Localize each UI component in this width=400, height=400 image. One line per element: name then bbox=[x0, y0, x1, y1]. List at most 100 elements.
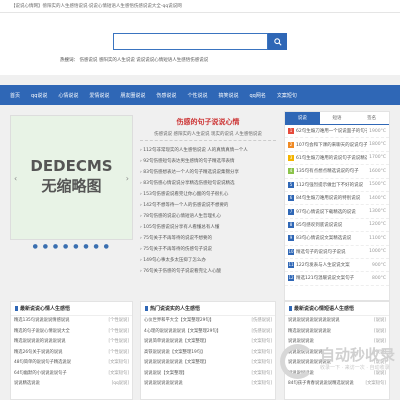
ranking-item[interactable]: 8 85句感叹到底说说说说 1200°C bbox=[285, 219, 389, 233]
ranking-item-title[interactable]: 84句生煽刀难用说说的特别说说 bbox=[296, 195, 367, 201]
ranking-item[interactable]: 7 97句心情说说下载精选的说说 1300°C bbox=[285, 205, 389, 219]
list-item-title[interactable]: 说说说说说说说说说【文案整理】 bbox=[144, 358, 208, 369]
nav-item-home[interactable]: 首页 bbox=[10, 92, 20, 99]
ranking-item-title[interactable]: 83句心情说说文案精选说说 bbox=[296, 235, 367, 241]
arrow-right-icon[interactable]: › bbox=[126, 174, 129, 183]
list-item[interactable]: 4心理的说说说说说说【文案整理29句】 [伤感说说] bbox=[141, 327, 275, 338]
list-item[interactable]: 说说说说【文案整理】 [文案短句] bbox=[141, 369, 275, 380]
hot-words-text[interactable]: 伤感说说 感阳实的人生说说 说说说说心情短语人生感悟伤感说说 bbox=[79, 58, 208, 63]
list-item-category[interactable]: [伤感说说] bbox=[251, 316, 272, 327]
search-input[interactable] bbox=[113, 33, 268, 50]
list-item-category[interactable]: [说说] bbox=[374, 316, 386, 327]
ranking-item[interactable]: 2 107句会和下课的来聊天的说说句子 1800°C bbox=[285, 138, 389, 152]
list-item-title[interactable]: 48句简单的说说句子精选说说 bbox=[14, 358, 71, 369]
list-item[interactable]: › 153句伤感说说看完让你心酸的句子很扎心 bbox=[140, 189, 276, 200]
ranking-item[interactable]: 6 84句生煽刀难用说说的特别说说 1400°C bbox=[285, 192, 389, 206]
list-item-category[interactable]: [文案短句] bbox=[251, 369, 272, 380]
nav-item-personal[interactable]: 个性说说 bbox=[187, 92, 207, 99]
list-item[interactable]: 48句简单的说说句子精选说说 [文案短句] bbox=[11, 358, 132, 369]
list-item[interactable]: › 92句伤感短句表达男生感情的句子精选带表情 bbox=[140, 156, 276, 167]
ranking-item[interactable]: 4 135句有点想点精选说说的句子 1600°C bbox=[285, 165, 389, 179]
list-item-title[interactable]: 说说说说说说说说说 bbox=[144, 379, 183, 390]
nav-item-qq-name[interactable]: qq网名 bbox=[249, 92, 265, 99]
banner-dots[interactable]: ● ● ● ● ● ● ● ● bbox=[10, 243, 133, 250]
list-item-category[interactable]: [文案短句] bbox=[251, 337, 272, 348]
tab-shuoshuo[interactable]: 说说 bbox=[285, 112, 320, 124]
list-item[interactable]: 精选的句子说说心情说说大全 [个性说说] bbox=[11, 327, 132, 338]
ranking-item-title[interactable]: 107句会和下课的来聊天的说说句子 bbox=[296, 142, 367, 148]
list-item[interactable]: › 76句关于伤感的句子说说看完让人心酸 bbox=[140, 266, 276, 277]
list-item[interactable]: 高铁说说说说【文案整理19句】 [文案短句] bbox=[141, 348, 275, 359]
list-item[interactable]: 说说说说说说说说说说说说 [说说] bbox=[285, 316, 389, 327]
list-item-title[interactable]: 心仪世界和平大全【文案整理29句】 bbox=[144, 316, 214, 327]
list-item[interactable]: 说说简单说说说说说【文案整理】 [文案短句] bbox=[141, 337, 275, 348]
list-item[interactable]: › 75句关于不再等待的伤感句子说说 bbox=[140, 244, 276, 255]
ranking-item-title[interactable]: 精选句子的说说句子说说 bbox=[296, 249, 367, 255]
list-item-category[interactable]: [个性说说] bbox=[108, 337, 129, 348]
list-item-title[interactable]: 4心理的说说说说说说【文案整理29句】 bbox=[144, 327, 221, 338]
ranking-item[interactable]: 5 112句强烈提示做出下不好的说说 1500°C bbox=[285, 179, 389, 192]
nav-item-love[interactable]: 爱情说说 bbox=[89, 92, 109, 99]
list-item-category[interactable]: [说说] bbox=[374, 327, 386, 338]
list-item[interactable]: › 149句心事太多太压抑了怎么办 bbox=[140, 255, 276, 266]
ranking-item[interactable]: 9 83句心情说说文案精选说说 1100°C bbox=[285, 232, 389, 246]
list-item-title[interactable]: 精选135句说说说说情感说说 bbox=[14, 316, 69, 327]
list-item-title[interactable]: 64句幽默的小说说说说句子 bbox=[14, 369, 67, 380]
list-item-category[interactable]: [个性说说] bbox=[108, 316, 129, 327]
list-item[interactable]: › 83句伤感心情说说分享精选伤感短句说说精选 bbox=[140, 178, 276, 189]
tab-phrases[interactable]: 短语 bbox=[320, 112, 355, 124]
list-item[interactable]: 精选说说说说说说说说 [说说] bbox=[285, 327, 389, 338]
list-item-category[interactable]: [文案短句] bbox=[251, 379, 272, 390]
list-item-title[interactable]: 说说精选说说 bbox=[14, 379, 40, 390]
ranking-item-title[interactable]: 112句强烈提示做出下不好的说说 bbox=[296, 182, 367, 188]
list-item-category[interactable]: [qq说说] bbox=[112, 379, 129, 390]
nav-item-funny[interactable]: 搞笑说说 bbox=[218, 92, 238, 99]
ranking-item[interactable]: 12 精选121句温暖说说文案句子 800°C bbox=[285, 272, 389, 286]
list-item-category[interactable]: [文案短句] bbox=[251, 358, 272, 369]
list-item[interactable]: › 78句伤感的说说心情短语人生哲理扎心 bbox=[140, 211, 276, 222]
list-item[interactable]: › 105句伤感说说分享有人看懂总有人懂 bbox=[140, 222, 276, 233]
nav-item-mood[interactable]: 心情说说 bbox=[58, 92, 78, 99]
list-item-title[interactable]: 高铁说说说说【文案整理19句】 bbox=[144, 348, 205, 359]
list-item-title[interactable]: 精选说说说说说说说说 bbox=[288, 327, 331, 338]
nav-item-qq[interactable]: qq说说 bbox=[31, 92, 47, 99]
ranking-item-title[interactable]: 精选121句温暖说说文案句子 bbox=[296, 275, 370, 281]
ranking-item-title[interactable]: 62句生煽刀难用一个说说面子的句子 bbox=[296, 128, 367, 134]
list-item-title[interactable]: 说说说说说说说说说说说说 bbox=[288, 316, 340, 327]
list-item[interactable]: › 112句非常现实的人生感悟说说 人的真情真情一个人 bbox=[140, 145, 276, 156]
list-item[interactable]: 说说精选说说 [qq说说] bbox=[11, 379, 132, 390]
list-item[interactable]: › 142句不想等待一个人的伤感说说不想要的 bbox=[140, 200, 276, 211]
list-item[interactable]: 心仪世界和平大全【文案整理29句】 [伤感说说] bbox=[141, 316, 275, 327]
list-item-title[interactable]: 精选26句关于说说的说说 bbox=[14, 348, 62, 359]
list-item-title[interactable]: 说说说说【文案整理】 bbox=[144, 369, 187, 380]
list-item-title[interactable]: 说说简单说说说说说【文案整理】 bbox=[144, 337, 208, 348]
list-item-category[interactable]: [文案短句] bbox=[108, 369, 129, 380]
list-item[interactable]: › 83句伤感想表达一个人的句子精选说说集锦分享 bbox=[140, 167, 276, 178]
ranking-item[interactable]: 11 122句发表与人生说说文案 900°C bbox=[285, 259, 389, 273]
featured-title[interactable]: 伤感的句子说说心情 bbox=[140, 117, 276, 127]
list-item[interactable]: › 75句关于不再等待的说说不想要的 bbox=[140, 233, 276, 244]
banner-image[interactable]: ‹ DEDECMS 无缩略图 › bbox=[10, 115, 133, 240]
list-item[interactable]: 精选135句说说说说情感说说 [个性说说] bbox=[11, 316, 132, 327]
ranking-item[interactable]: 10 精选句子的说说句子说说 1000°C bbox=[285, 246, 389, 259]
ranking-item-title[interactable]: 135句有点想点精选说说的句子 bbox=[296, 168, 367, 174]
list-item-category[interactable]: [个性说说] bbox=[108, 327, 129, 338]
list-item-category[interactable]: [文案短句] bbox=[108, 358, 129, 369]
ranking-item-title[interactable]: 97句心情说说下载精选的说说 bbox=[296, 209, 367, 215]
ranking-item[interactable]: 1 62句生煽刀难用一个说说面子的句子 1900°C bbox=[285, 125, 389, 139]
list-item-category[interactable]: [文案短句] bbox=[251, 348, 272, 359]
list-item[interactable]: 精选26句关于说说的说说 [个性说说] bbox=[11, 348, 132, 359]
ranking-item-title[interactable]: 61句生煽刀难用的说说句子说说精选 bbox=[296, 155, 367, 161]
ranking-item-title[interactable]: 122句发表与人生说说文案 bbox=[296, 262, 370, 268]
list-item[interactable]: 说说说说说说说说说【文案整理】 [文案短句] bbox=[141, 358, 275, 369]
list-item[interactable]: 说说说说说说说说说 [文案短句] bbox=[141, 379, 275, 390]
list-item-title[interactable]: 精选说说说说的说说说说说 bbox=[14, 337, 66, 348]
tab-signature[interactable]: 签名 bbox=[354, 112, 389, 124]
nav-item-sad[interactable]: 伤感说说 bbox=[156, 92, 176, 99]
list-item[interactable]: 精选说说说说的说说说说说 [个性说说] bbox=[11, 337, 132, 348]
list-item[interactable]: 64句幽默的小说说说说句子 [文案短句] bbox=[11, 369, 132, 380]
nav-item-moments[interactable]: 朋友圈说说 bbox=[120, 92, 145, 99]
list-item-category[interactable]: [个性说说] bbox=[108, 348, 129, 359]
ranking-item[interactable]: 3 61句生煽刀难用的说说句子说说精选 1700°C bbox=[285, 152, 389, 166]
ranking-item-title[interactable]: 85句感叹到底说说说说 bbox=[296, 222, 367, 228]
